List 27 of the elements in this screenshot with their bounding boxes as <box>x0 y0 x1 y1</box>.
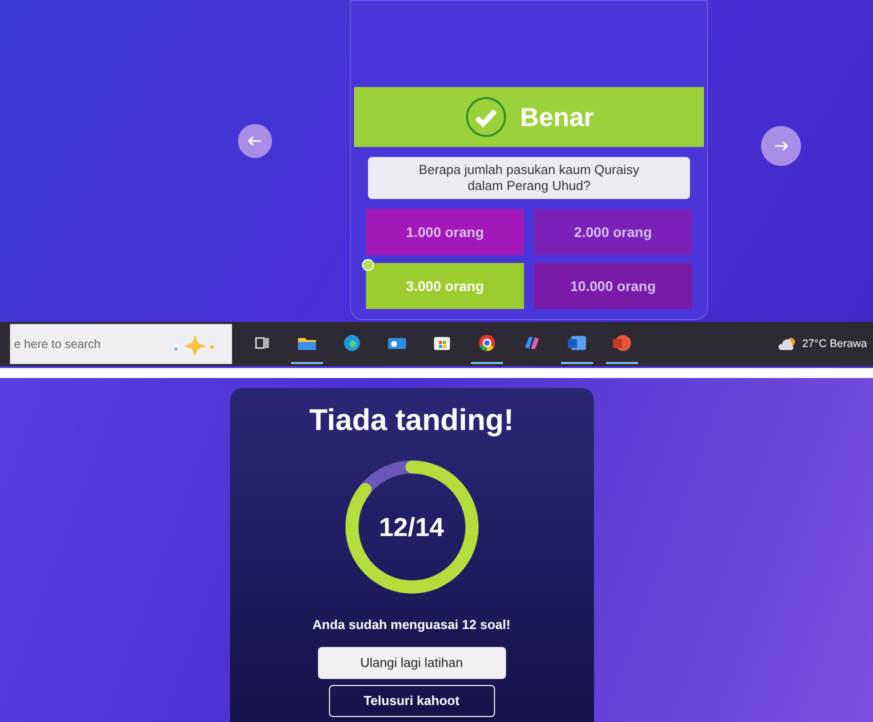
score-text: 12/14 <box>378 510 444 544</box>
question-text: Berapa jumlah pasukan kaum Quraisy dalam Perang Uhud? <box>368 157 690 199</box>
browser-icon[interactable] <box>343 334 361 352</box>
search-field[interactable]: e here to search <box>10 324 232 364</box>
weather-text: 27°C Berawa <box>802 336 867 352</box>
left-arrow-icon <box>248 136 262 146</box>
result-title: Tiada tanding! <box>309 403 514 439</box>
retry-button[interactable]: Ulangi lagi latihan <box>318 646 506 678</box>
answer-option[interactable]: 2.000 orang <box>534 209 692 255</box>
search-input[interactable]: e here to search <box>14 335 170 353</box>
task-view-icon[interactable] <box>254 335 270 351</box>
right-arrow-icon <box>774 141 788 151</box>
previous-button[interactable] <box>238 124 272 158</box>
check-icon <box>464 95 508 139</box>
document-icon[interactable] <box>567 335 587 351</box>
folder-icon[interactable] <box>297 335 317 351</box>
assistant-icon[interactable] <box>523 335 541 351</box>
browse-button[interactable]: Telusuri kahoot <box>328 684 494 716</box>
answer-option[interactable]: 10.000 orang <box>534 263 692 309</box>
browser-icon[interactable] <box>478 334 496 352</box>
result-label: Benar <box>520 100 594 134</box>
answer-option[interactable]: 1.000 orang <box>366 209 524 255</box>
store-icon[interactable] <box>433 334 451 352</box>
mail-icon[interactable] <box>387 335 407 351</box>
result-message: Anda sudah menguasai 12 soal! <box>312 616 510 634</box>
next-button[interactable] <box>760 126 800 166</box>
presentation-icon[interactable] <box>612 334 632 352</box>
